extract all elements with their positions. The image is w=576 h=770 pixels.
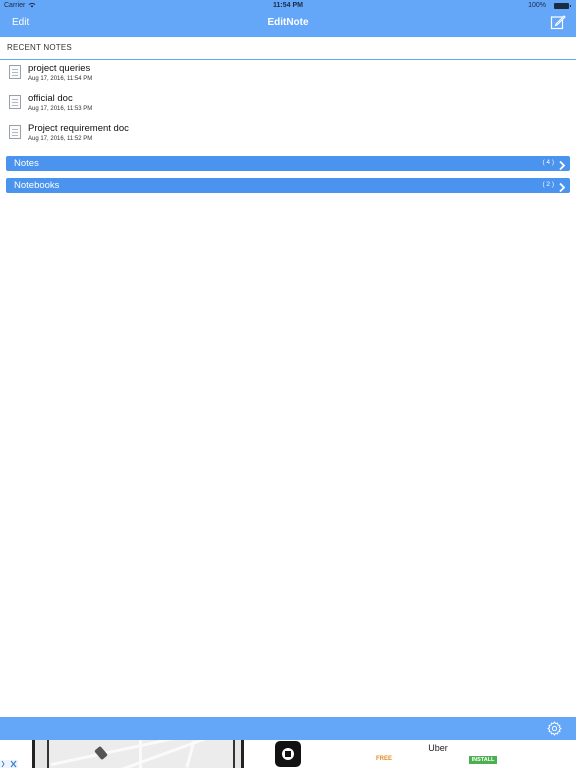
chevron-right-icon — [557, 158, 567, 171]
note-document-icon — [9, 65, 21, 79]
install-button[interactable]: INSTALL — [469, 756, 497, 764]
ad-app-name: Uber — [428, 743, 448, 753]
notebooks-section-bar[interactable]: Notebooks ( 2 ) — [6, 178, 570, 193]
note-document-icon — [9, 125, 21, 139]
note-title: official doc — [28, 93, 73, 104]
note-document-icon — [9, 95, 21, 109]
status-time: 11:54 PM — [273, 2, 303, 9]
car-icon — [94, 745, 108, 761]
section-count: ( 2 ) — [542, 181, 554, 188]
note-title: Project requirement doc — [28, 123, 129, 134]
recent-note-item[interactable]: official doc Aug 17, 2016, 11:53 PM — [0, 91, 576, 119]
ad-close-icon[interactable] — [0, 760, 18, 768]
notes-section-bar[interactable]: Notes ( 4 ) — [6, 156, 570, 171]
chevron-right-icon — [557, 180, 567, 193]
note-title: project queries — [28, 63, 91, 74]
ad-map-image — [32, 740, 244, 768]
bottom-toolbar — [0, 717, 576, 740]
recent-note-item[interactable]: Project requirement doc Aug 17, 2016, 11… — [0, 121, 576, 149]
page-title: EditNote — [267, 17, 309, 28]
recent-notes-label: RECENT NOTES — [7, 43, 72, 52]
ad-price: FREE — [376, 756, 393, 762]
note-date: Aug 17, 2016, 11:53 PM — [28, 106, 93, 112]
ad-banner[interactable]: Uber FREE INSTALL — [0, 740, 576, 768]
note-date: Aug 17, 2016, 11:54 PM — [28, 76, 93, 82]
status-bar: Carrier 11:54 PM 100% — [0, 0, 576, 11]
battery-icon — [554, 3, 571, 9]
note-date: Aug 17, 2016, 11:52 PM — [28, 136, 93, 142]
section-label: Notebooks — [14, 180, 60, 191]
battery-percent: 100% — [528, 2, 546, 9]
top-bar: Carrier 11:54 PM 100% Edit EditNote — [0, 0, 576, 37]
compose-icon[interactable] — [550, 14, 566, 30]
gear-icon[interactable] — [547, 721, 562, 736]
uber-app-icon — [275, 741, 301, 767]
recent-notes-header: RECENT NOTES — [0, 38, 576, 60]
section-count: ( 4 ) — [542, 159, 554, 166]
section-label: Notes — [14, 158, 39, 169]
recent-note-item[interactable]: project queries Aug 17, 2016, 11:54 PM — [0, 61, 576, 89]
